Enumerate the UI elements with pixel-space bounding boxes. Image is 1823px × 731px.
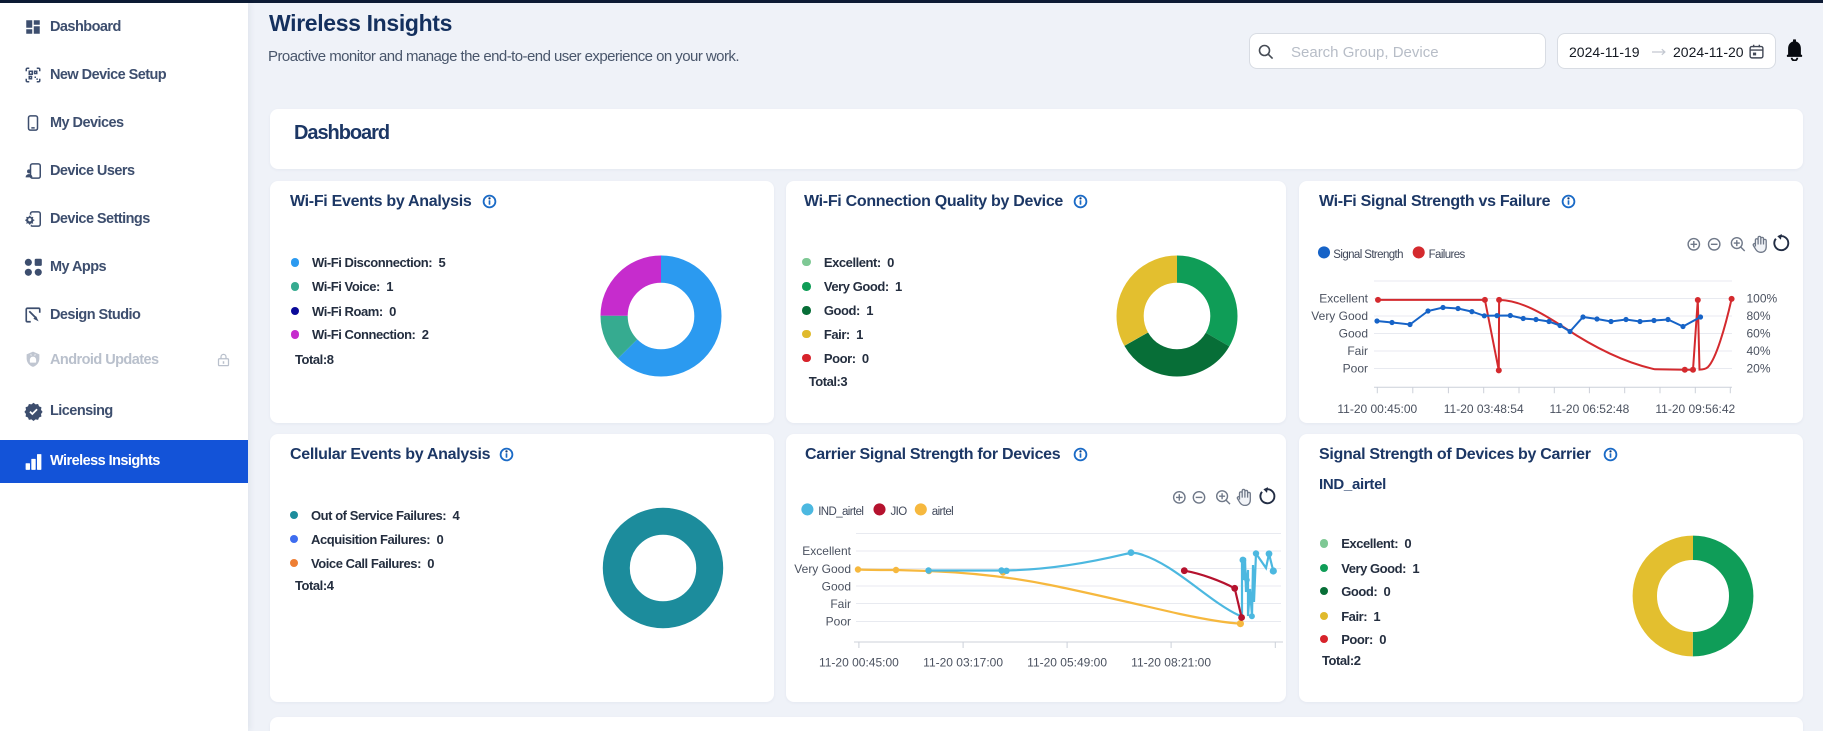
svg-text:Excellent: Excellent: [802, 544, 851, 558]
svg-text:Good: Good: [1339, 327, 1368, 341]
svg-text:airtel: airtel: [932, 506, 953, 518]
svg-text:40%: 40%: [1747, 344, 1771, 358]
svg-text:Very Good: Very Good: [794, 562, 851, 576]
svg-text:JIO: JIO: [891, 506, 908, 518]
svg-text:Good: Good: [822, 580, 851, 594]
svg-text:60%: 60%: [1747, 327, 1771, 341]
svg-text:80%: 80%: [1747, 309, 1771, 323]
svg-text:Fair: Fair: [830, 597, 851, 611]
svg-text:11-20 08:21:00: 11-20 08:21:00: [1131, 656, 1211, 670]
svg-text:11-20 00:45:00: 11-20 00:45:00: [1337, 402, 1417, 416]
svg-text:20%: 20%: [1747, 362, 1771, 376]
svg-text:100%: 100%: [1747, 292, 1778, 306]
svg-text:Excellent: Excellent: [1319, 292, 1368, 306]
svg-text:11-20 03:17:00: 11-20 03:17:00: [923, 656, 1003, 670]
svg-text:11-20 03:48:54: 11-20 03:48:54: [1444, 402, 1524, 416]
svg-text:11-20 06:52:48: 11-20 06:52:48: [1549, 402, 1629, 416]
svg-text:IND_airtel: IND_airtel: [818, 506, 863, 518]
svg-text:11-20 09:56:42: 11-20 09:56:42: [1655, 402, 1735, 416]
svg-text:11-20 05:49:00: 11-20 05:49:00: [1027, 656, 1107, 670]
svg-text:Very Good: Very Good: [1311, 309, 1368, 323]
svg-text:Signal Strength: Signal Strength: [1333, 249, 1403, 261]
svg-text:Poor: Poor: [1343, 362, 1368, 376]
svg-text:11-20 00:45:00: 11-20 00:45:00: [819, 656, 899, 670]
svg-text:Failures: Failures: [1429, 249, 1466, 261]
svg-text:Poor: Poor: [826, 615, 851, 629]
svg-text:Fair: Fair: [1347, 344, 1368, 358]
